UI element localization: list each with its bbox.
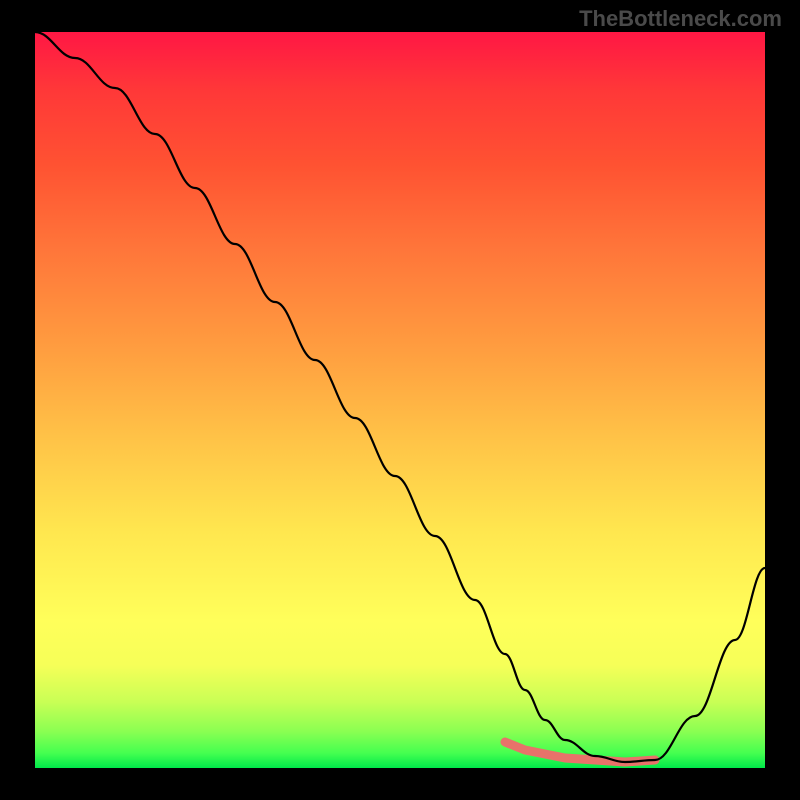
chart-svg (35, 32, 765, 768)
watermark-text: TheBottleneck.com (579, 6, 782, 32)
chart-plot-area (35, 32, 765, 768)
optimal-range-marker (505, 742, 655, 762)
bottleneck-curve (35, 32, 765, 762)
